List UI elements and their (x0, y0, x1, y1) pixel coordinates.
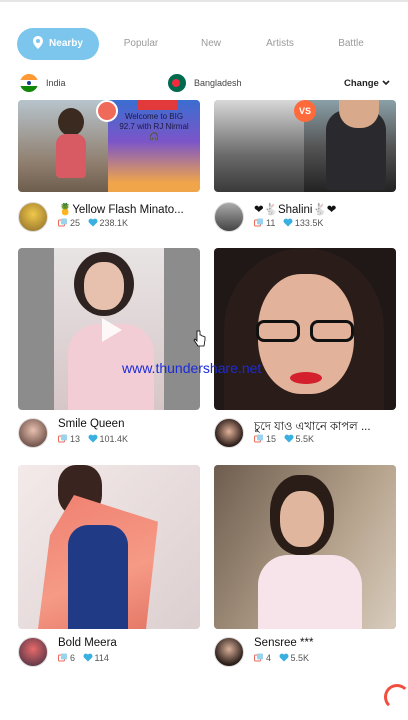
other-location[interactable]: Bangladesh (194, 78, 242, 88)
bangladesh-flag-icon (168, 74, 186, 92)
live-card[interactable]: Bold Meera 6 114 (18, 465, 200, 670)
avatar[interactable] (214, 637, 244, 667)
tab-nearby-label: Nearby (49, 38, 83, 49)
broadcast-count: 4 (266, 653, 272, 663)
current-location[interactable]: India (46, 78, 66, 88)
broadcast-icon (254, 218, 263, 227)
host-stats: 15 5.5K (254, 434, 319, 444)
live-card-info: Bold Meera 6 114 (18, 635, 200, 669)
host-name: Bold Meera (58, 637, 117, 649)
host-name: Sensree *** (254, 637, 314, 649)
heart-icon (88, 218, 98, 227)
live-thumbnail[interactable] (18, 248, 200, 410)
host-stats: 13 101.4K (58, 434, 133, 444)
tab-popular[interactable]: Popular (114, 28, 168, 60)
host-stats: 4 5.5K (254, 653, 314, 663)
vs-badge: VS (294, 100, 316, 122)
like-count: 101.4K (99, 434, 129, 444)
host-name: ❤🐇Shalini🐇❤ (254, 204, 337, 216)
live-thumbnail[interactable] (214, 465, 396, 629)
live-thumbnail[interactable]: VS (214, 100, 396, 192)
tab-battle[interactable]: Battle (328, 28, 374, 60)
host-name: Smile Queen (58, 418, 125, 430)
location-bar: India Bangladesh Change (0, 72, 408, 98)
tab-artists[interactable]: Artists (256, 28, 304, 60)
live-thumbnail[interactable] (214, 248, 396, 410)
heart-icon (283, 218, 293, 227)
avatar[interactable] (18, 418, 48, 448)
change-location-button[interactable]: Change (344, 78, 391, 89)
live-card-info: Sensree *** 4 5.5K (214, 635, 396, 669)
broadcast-icon (58, 218, 67, 227)
live-card[interactable]: Smile Queen 13 101.4K (18, 248, 200, 448)
chevron-down-icon (382, 80, 391, 86)
live-thumbnail[interactable]: Welcome to BIG 92.7 with RJ Nirmal 🎧 (18, 100, 200, 192)
heart-icon (88, 434, 98, 443)
location-pin-icon (33, 35, 44, 49)
broadcast-icon (58, 653, 67, 662)
live-card-info: Smile Queen 13 101.4K (18, 416, 200, 450)
avatar[interactable] (18, 637, 48, 667)
broadcast-count: 13 (70, 434, 81, 444)
mouse-cursor-icon (193, 330, 206, 347)
live-card[interactable]: চুদে যাও এখানে কাপল ... 15 5.5K (214, 248, 396, 448)
live-card[interactable]: Sensree *** 4 5.5K (214, 465, 396, 670)
host-stats: 11 133.5K (254, 218, 328, 228)
category-tabs: Nearby Popular New Artists Battle (0, 24, 408, 64)
tab-new[interactable]: New (190, 28, 232, 60)
like-count: 238.1K (99, 218, 129, 228)
broadcast-count: 15 (266, 434, 277, 444)
loading-spinner-icon (384, 684, 408, 710)
tab-nearby[interactable]: Nearby (17, 28, 99, 60)
live-card[interactable]: Welcome to BIG 92.7 with RJ Nirmal 🎧 🍍Ye… (18, 100, 200, 234)
india-flag-icon (20, 74, 38, 92)
like-count: 5.5K (295, 434, 315, 444)
live-thumbnail[interactable] (18, 465, 200, 629)
heart-icon (83, 653, 93, 662)
live-card[interactable]: VS ❤🐇Shalini🐇❤ 11 133.5K (214, 100, 396, 234)
banner-strip (138, 100, 178, 110)
play-icon[interactable] (94, 314, 126, 346)
broadcast-count: 6 (70, 653, 76, 663)
live-card-info: 🍍Yellow Flash Minato... 25 238.1K (18, 200, 200, 234)
heart-icon (279, 653, 289, 662)
heart-icon (284, 434, 294, 443)
broadcast-count: 11 (266, 218, 276, 228)
watermark: www.thundershare.net (122, 360, 262, 376)
welcome-overlay: Welcome to BIG 92.7 with RJ Nirmal 🎧 (119, 112, 189, 141)
avatar[interactable] (214, 418, 244, 448)
like-count: 114 (94, 653, 109, 663)
host-stats: 25 238.1K (58, 218, 133, 228)
live-card-info: ❤🐇Shalini🐇❤ 11 133.5K (214, 200, 396, 234)
broadcast-icon (254, 653, 263, 662)
avatar[interactable] (214, 202, 244, 232)
top-divider (0, 0, 408, 2)
host-stats: 6 114 (58, 653, 114, 663)
host-name: 🍍Yellow Flash Minato... (58, 204, 184, 216)
broadcast-count: 25 (70, 218, 81, 228)
broadcast-icon (58, 434, 67, 443)
like-count: 133.5K (294, 218, 324, 228)
live-card-info: চুদে যাও এখানে কাপল ... 15 5.5K (214, 416, 396, 450)
like-count: 5.5K (290, 653, 310, 663)
broadcast-icon (254, 434, 263, 443)
change-label: Change (344, 78, 379, 89)
avatar[interactable] (18, 202, 48, 232)
gift-badge-icon (96, 100, 118, 122)
